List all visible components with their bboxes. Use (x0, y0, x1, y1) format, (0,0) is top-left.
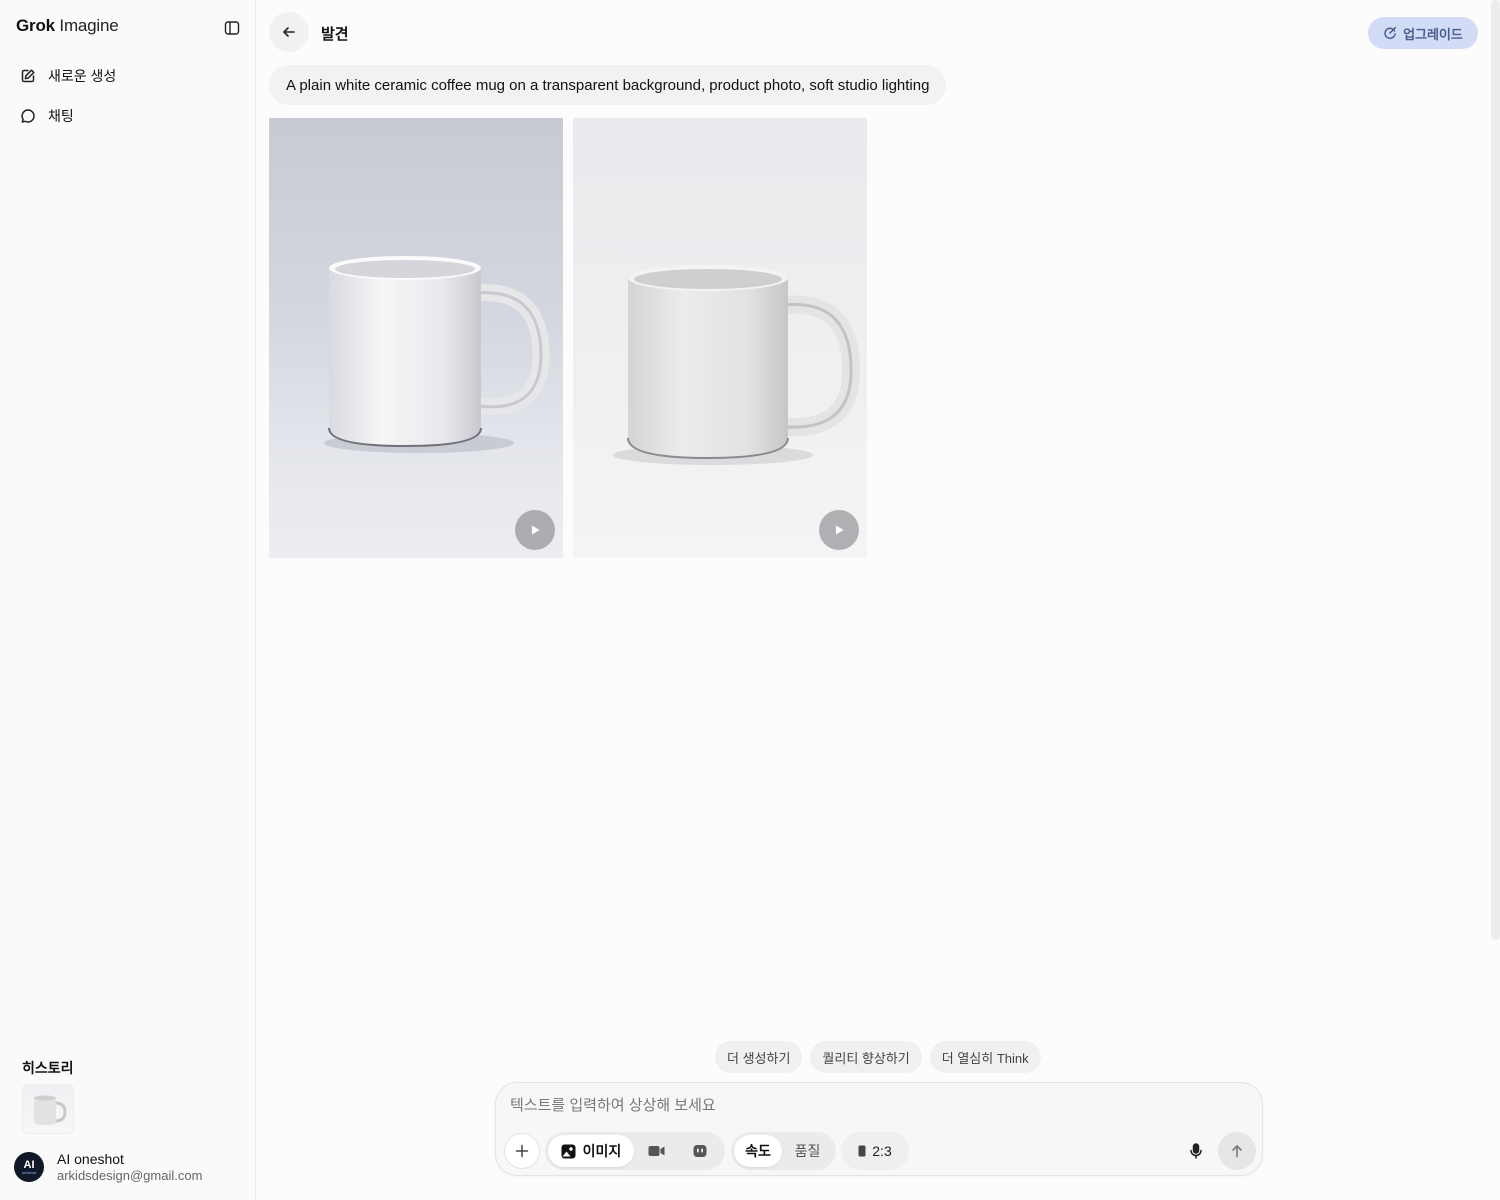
plus-icon (515, 1144, 529, 1158)
mug-thumbnail-icon (34, 1095, 67, 1125)
aspect-ratio-label: 2:3 (872, 1143, 892, 1159)
avatar: AI oneshot (14, 1152, 44, 1182)
mode-image-button[interactable]: 이미지 (548, 1135, 634, 1167)
result-image-1[interactable] (269, 118, 563, 558)
upgrade-button[interactable]: 업그레이드 (1368, 17, 1478, 49)
quality-option[interactable]: 품질 (782, 1135, 833, 1167)
sidebar-item-label: 채팅 (48, 108, 74, 124)
mode-video-button[interactable] (634, 1135, 678, 1167)
sidebar-panel-icon (224, 21, 240, 35)
upgrade-icon (1384, 26, 1397, 40)
suggestion-improve-quality[interactable]: 퀄리티 향상하기 (810, 1041, 922, 1073)
mode-selector: 이미지 (545, 1132, 725, 1170)
edit-icon (21, 69, 35, 83)
back-button[interactable] (269, 12, 309, 52)
history-item-thumbnail[interactable] (22, 1084, 74, 1134)
play-icon (836, 525, 844, 535)
microphone-icon (1190, 1143, 1202, 1159)
arrow-up-icon (1232, 1145, 1242, 1158)
suggestion-more-generate[interactable]: 더 생성하기 (715, 1041, 803, 1073)
send-button[interactable] (1218, 1132, 1256, 1170)
sidebar-item-new-generation[interactable]: 새로운 생성 (12, 58, 244, 94)
scrollbar[interactable] (1491, 0, 1500, 940)
brand-name-bold: Grok (16, 16, 55, 35)
sidebar: Grok Imagine 새로운 생성 채팅 히스토리 AI oneshot A… (0, 0, 256, 1200)
mug-illustration (613, 265, 861, 465)
chat-bubble-icon (21, 109, 35, 123)
voice-input-button[interactable] (1184, 1139, 1208, 1163)
speed-option[interactable]: 속도 (734, 1135, 782, 1167)
sidebar-item-chat[interactable]: 채팅 (12, 98, 244, 134)
aspect-ratio-selector[interactable]: 2:3 (841, 1132, 909, 1170)
page-title: 발견 (321, 26, 349, 43)
prompt-text[interactable]: A plain white ceramic coffee mug on a tr… (269, 65, 947, 105)
play-icon (532, 525, 540, 535)
play-video-button[interactable] (819, 510, 859, 550)
image-icon (561, 1144, 576, 1158)
user-profile[interactable]: AI oneshot AI oneshot arkidsdesign@gmail… (14, 1150, 202, 1184)
upgrade-label: 업그레이드 (1403, 26, 1463, 42)
composer: 이미지 속도 품질 2:3 (495, 1082, 1263, 1176)
sidebar-toggle-button[interactable] (222, 18, 242, 38)
mode-character-button[interactable] (678, 1135, 722, 1167)
brand-logo[interactable]: Grok Imagine (16, 16, 119, 36)
prompt-input[interactable] (510, 1097, 1210, 1114)
user-email: arkidsdesign@gmail.com (57, 1168, 203, 1183)
video-camera-icon (648, 1146, 664, 1156)
arrow-left-icon (283, 27, 295, 37)
speed-quality-selector: 속도 품질 (731, 1132, 836, 1170)
portrait-ratio-icon (858, 1145, 866, 1157)
attach-button[interactable] (504, 1133, 540, 1169)
play-video-button[interactable] (515, 510, 555, 550)
mug-illustration (324, 256, 550, 453)
user-name: AI oneshot (57, 1151, 124, 1167)
aspect-ratio-option[interactable]: 2:3 (844, 1135, 906, 1167)
sidebar-item-label: 새로운 생성 (48, 68, 117, 84)
sidebar-nav: 새로운 생성 채팅 (12, 58, 244, 138)
mode-image-label: 이미지 (582, 1143, 622, 1159)
result-image-2[interactable] (573, 118, 867, 558)
brand-name-light: Imagine (59, 16, 119, 35)
suggestion-think-harder[interactable]: 더 열심히 Think (929, 1041, 1041, 1073)
suggestion-chips: 더 생성하기 퀄리티 향상하기 더 열심히 Think (715, 1041, 1041, 1073)
robot-face-icon (693, 1145, 707, 1157)
history-heading: 히스토리 (22, 1060, 74, 1076)
